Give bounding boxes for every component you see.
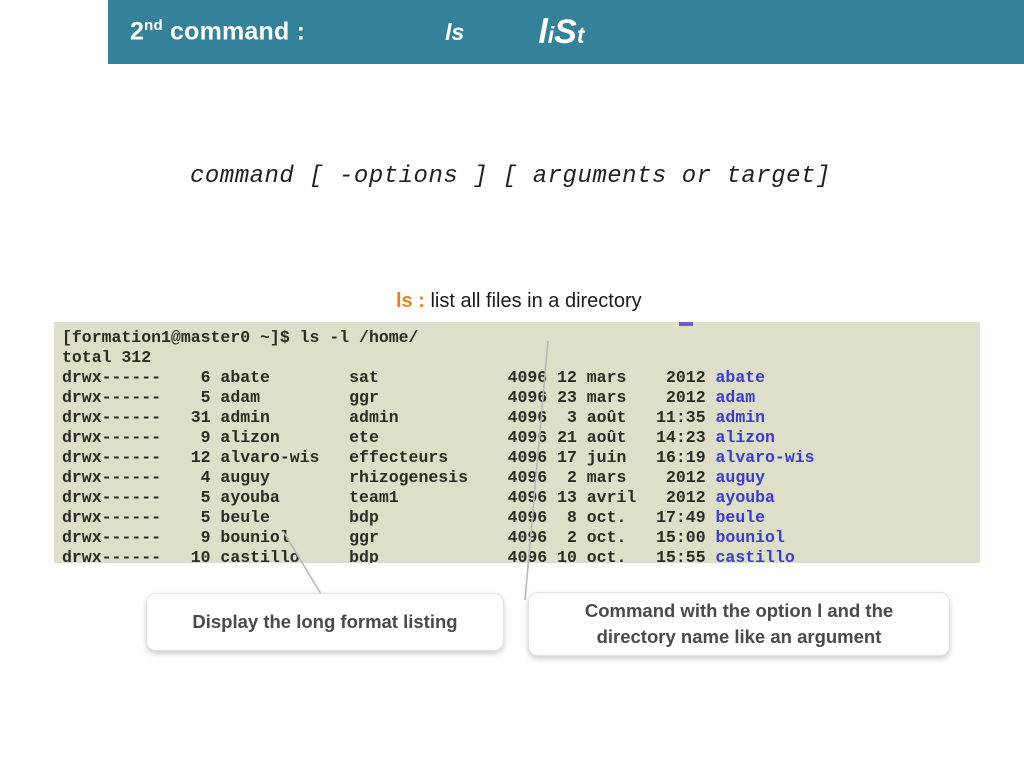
terminal-clipped-text-artifact: [679, 322, 693, 326]
terminal-listing-rows: drwx------ 6 abate sat 4096 12 mars 2012…: [54, 368, 980, 563]
callout-option-line2: directory name like an argument: [597, 626, 882, 647]
terminal-row-directory-name: ayouba: [716, 488, 775, 507]
terminal-row-fields: drwx------ 5 beule bdp 4096 8 oct. 17:49: [62, 508, 716, 527]
terminal-row-directory-name: alvaro-wis: [716, 448, 815, 467]
header-command-long: liSt: [538, 13, 584, 52]
page-title-ordinal-suffix: nd: [144, 17, 163, 34]
terminal-screenshot: [formation1@master0 ~]$ ls -l /home/ tot…: [54, 322, 980, 563]
terminal-row-directory-name: castillo: [716, 548, 795, 563]
callout-option-and-argument: Command with the option l and the direct…: [528, 592, 950, 656]
terminal-prompt-line: [formation1@master0 ~]$ ls -l /home/: [54, 322, 980, 348]
terminal-row-fields: drwx------ 5 adam ggr 4096 23 mars 2012: [62, 388, 716, 407]
page-title-number: 2: [130, 18, 144, 46]
terminal-row-fields: drwx------ 10 castillo bdp 4096 10 oct. …: [62, 548, 716, 563]
page-title: 2nd command :: [130, 17, 305, 46]
terminal-listing-row: drwx------ 9 bouniol ggr 4096 2 oct. 15:…: [54, 528, 980, 548]
terminal-row-directory-name: bouniol: [716, 528, 785, 547]
terminal-row-directory-name: admin: [716, 408, 766, 427]
callout-option-line1: Command with the option l and the: [585, 600, 893, 621]
command-description-text: list all files in a directory: [425, 290, 642, 312]
terminal-row-fields: drwx------ 5 ayouba team1 4096 13 avril …: [62, 488, 716, 507]
terminal-row-fields: drwx------ 4 auguy rhizogenesis 4096 2 m…: [62, 468, 716, 487]
header-command-long-t: t: [577, 22, 585, 48]
terminal-row-fields: drwx------ 31 admin admin 4096 3 août 11…: [62, 408, 716, 427]
terminal-row-fields: drwx------ 6 abate sat 4096 12 mars 2012: [62, 368, 716, 387]
header-command-long-l: l: [538, 13, 547, 51]
terminal-row-directory-name: abate: [716, 368, 766, 387]
terminal-listing-row: drwx------ 6 abate sat 4096 12 mars 2012…: [54, 368, 980, 388]
terminal-row-fields: drwx------ 9 alizon ete 4096 21 août 14:…: [62, 428, 716, 447]
callout-option-and-argument-text: Command with the option l and the direct…: [585, 598, 893, 650]
header-band: 2nd command : ls liSt: [108, 0, 1024, 64]
terminal-listing-row: drwx------ 4 auguy rhizogenesis 4096 2 m…: [54, 468, 980, 488]
callout-long-format-text: Display the long format listing: [192, 609, 457, 635]
terminal-listing-row: drwx------ 5 adam ggr 4096 23 mars 2012 …: [54, 388, 980, 408]
terminal-row-directory-name: alizon: [716, 428, 775, 447]
terminal-listing-row: drwx------ 10 castillo bdp 4096 10 oct. …: [54, 548, 980, 563]
terminal-listing-row: drwx------ 12 alvaro-wis effecteurs 4096…: [54, 448, 980, 468]
terminal-listing-row: drwx------ 31 admin admin 4096 3 août 11…: [54, 408, 980, 428]
terminal-row-fields: drwx------ 12 alvaro-wis effecteurs 4096…: [62, 448, 716, 467]
command-syntax-line: command [ -options ] [ arguments or targ…: [190, 163, 831, 190]
terminal-row-fields: drwx------ 9 bouniol ggr 4096 2 oct. 15:…: [62, 528, 716, 547]
terminal-listing-row: drwx------ 5 beule bdp 4096 8 oct. 17:49…: [54, 508, 980, 528]
callout-long-format: Display the long format listing: [146, 593, 504, 651]
terminal-row-directory-name: auguy: [716, 468, 766, 487]
terminal-listing-row: drwx------ 5 ayouba team1 4096 13 avril …: [54, 488, 980, 508]
terminal-listing-row: drwx------ 9 alizon ete 4096 21 août 14:…: [54, 428, 980, 448]
command-description-name: ls :: [396, 290, 425, 312]
header-command-long-s: S: [554, 13, 577, 51]
header-command-short: ls: [445, 19, 464, 46]
terminal-row-directory-name: beule: [716, 508, 766, 527]
command-description: ls : list all files in a directory: [396, 290, 642, 313]
page-title-rest: command :: [163, 18, 305, 46]
terminal-total-line: total 312: [54, 348, 980, 368]
terminal-row-directory-name: adam: [716, 388, 756, 407]
